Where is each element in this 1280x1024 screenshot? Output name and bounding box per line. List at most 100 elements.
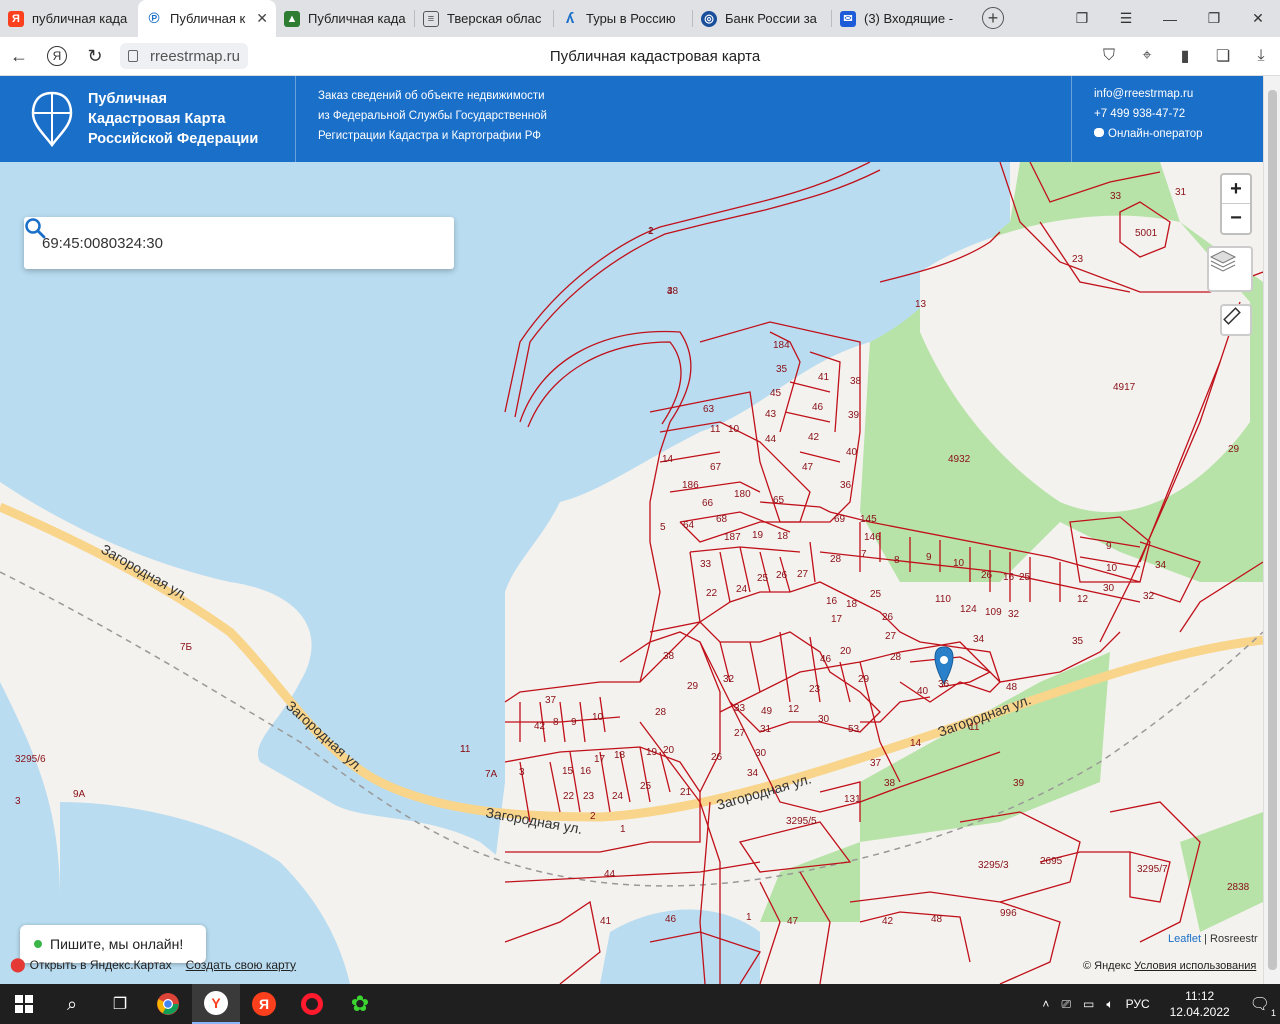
minimize-icon[interactable]: — xyxy=(1148,0,1192,37)
protect-icon[interactable]: ⛉ xyxy=(1090,47,1128,65)
address-bar: ← Я ↻ rreestrmap.ru Публичная кадастрова… xyxy=(0,37,1280,76)
parcel-number: 14 xyxy=(662,454,674,465)
yandex-browser-icon[interactable]: Y xyxy=(192,984,240,1024)
search-taskbar-icon[interactable]: ⌕ xyxy=(48,984,96,1024)
tab-7[interactable]: ✉ (3) Входящие - xyxy=(832,0,970,37)
parcel-number: 38 xyxy=(884,778,896,789)
network-icon[interactable]: ▭ xyxy=(1083,997,1094,1011)
parcel-number: 25 xyxy=(640,781,652,792)
zoom-in-button[interactable]: + xyxy=(1222,175,1250,204)
zoom-out-button[interactable]: − xyxy=(1222,204,1250,233)
notifications-icon[interactable]: 🗨︎ 1 xyxy=(1250,994,1276,1018)
parcel-number: 996 xyxy=(1000,908,1017,919)
collections-icon[interactable]: ❏ xyxy=(1204,46,1242,66)
windows-logo-icon xyxy=(15,995,33,1013)
operator-label: Онлайн-оператор xyxy=(1108,128,1203,140)
lock-icon xyxy=(128,50,138,62)
page-scrollbar[interactable] xyxy=(1263,76,1280,984)
parcel-number: 109 xyxy=(985,607,1002,618)
parcel-number: 180 xyxy=(734,489,751,500)
parcel-number: 27 xyxy=(734,728,746,739)
parcel-number: 1 xyxy=(746,912,752,923)
parcel-number: 16 xyxy=(1003,572,1015,583)
task-view-icon[interactable]: ❐ xyxy=(96,984,144,1024)
parcel-number: 12 xyxy=(1077,594,1089,605)
yandex-home-icon[interactable]: Я xyxy=(38,37,76,75)
tab-3[interactable]: ▲ Публичная када xyxy=(276,0,414,37)
parcel-number: 9 xyxy=(571,717,577,728)
phone-link[interactable]: +7 499 938-47-72 xyxy=(1094,104,1203,124)
meet-icon[interactable]: ⎚ xyxy=(1061,997,1071,1012)
parcel-number: 8 xyxy=(553,717,559,728)
tab-1[interactable]: Я публичная када xyxy=(0,0,138,37)
language-indicator[interactable]: РУС xyxy=(1126,997,1150,1011)
map-canvas[interactable]: Загородная ул. Загородная ул. Загородная… xyxy=(0,162,1263,984)
tab-label: (3) Входящие - xyxy=(864,11,954,26)
new-tab-button[interactable]: + xyxy=(982,7,1004,29)
chrome-logo xyxy=(157,993,179,1015)
tray-expand-icon[interactable]: ˄ xyxy=(1042,997,1049,1011)
close-window-icon[interactable]: ✕ xyxy=(1236,0,1280,37)
close-tab-icon[interactable]: ✕ xyxy=(256,10,268,27)
parcel-number: 45 xyxy=(770,388,782,399)
parcel-number: 39 xyxy=(1013,778,1025,789)
parcel-number: 16 xyxy=(580,766,592,777)
logo-shield-icon xyxy=(31,91,73,148)
parcel-number: 39 xyxy=(848,410,860,421)
start-button[interactable] xyxy=(0,984,48,1024)
tab-5[interactable]: ʎ Туры в Россию xyxy=(554,0,692,37)
parcel-number: 23 xyxy=(583,791,595,802)
icq-logo: ✿ xyxy=(350,991,370,1016)
yandex-maps-pin-icon: ⬤ xyxy=(10,956,26,972)
parcel-number: 43 xyxy=(765,409,777,420)
icq-icon[interactable]: ✿ xyxy=(336,984,384,1024)
volume-icon[interactable]: 🔈︎ xyxy=(1106,997,1113,1012)
tab-6[interactable]: ◎ Банк России за xyxy=(693,0,831,37)
chrome-icon[interactable] xyxy=(144,984,192,1024)
bookmark-icon[interactable]: ▮ xyxy=(1166,46,1204,66)
location-icon[interactable]: ⌖ xyxy=(1128,47,1166,65)
create-map-link[interactable]: Создать свою карту xyxy=(186,958,296,972)
parcel-number: 67 xyxy=(710,462,722,473)
site-logo[interactable]: Публичная Кадастровая Карта Российской Ф… xyxy=(0,76,296,162)
terms-link[interactable]: Условия использования xyxy=(1134,960,1256,972)
ruler-button[interactable] xyxy=(1220,304,1252,336)
leaflet-link[interactable]: Leaflet xyxy=(1168,933,1201,945)
email-link[interactable]: info@rreestrmap.ru xyxy=(1094,84,1203,104)
tab-2-active[interactable]: ℗ Публичная к ✕ xyxy=(138,0,276,37)
cadastral-search-box xyxy=(24,217,454,269)
clock[interactable]: 11:12 12.04.2022 xyxy=(1164,988,1236,1020)
online-operator-link[interactable]: Онлайн-оператор xyxy=(1094,124,1203,144)
parcel-number: 3295/5 xyxy=(786,816,817,827)
site-header: Публичная Кадастровая Карта Российской Ф… xyxy=(0,76,1263,162)
restore-icon[interactable]: ❐ xyxy=(1192,0,1236,37)
scrollbar-thumb[interactable] xyxy=(1268,90,1277,970)
reload-icon[interactable]: ↻ xyxy=(76,37,114,75)
open-yandex-maps-link[interactable]: Открыть в Яндекс.Картах xyxy=(30,958,172,972)
menu-icon[interactable]: ☰ xyxy=(1104,0,1148,37)
cadastral-search-input[interactable] xyxy=(40,233,438,253)
opera-icon[interactable] xyxy=(288,984,336,1024)
parcel-number: 22 xyxy=(563,791,575,802)
parcel-number: 32 xyxy=(723,674,735,685)
url-text: rreestrmap.ru xyxy=(150,47,241,65)
yandex-icon[interactable]: Я xyxy=(240,984,288,1024)
tab-4[interactable]: ≡ Тверская облас xyxy=(415,0,553,37)
map-icon: ▲ xyxy=(284,10,300,27)
cadastral-map[interactable]: Загородная ул. Загородная ул. Загородная… xyxy=(0,162,1263,984)
order-info-link[interactable]: Заказ сведений об объекте недвижимости и… xyxy=(296,76,1072,162)
tab-collection-icon[interactable]: ❐ xyxy=(1060,0,1104,37)
parcel-number: 32 xyxy=(1008,609,1020,620)
parcel-number: 38 xyxy=(850,376,862,387)
parcel-number: 10 xyxy=(592,712,604,723)
url-field[interactable]: rreestrmap.ru xyxy=(120,43,249,69)
yandex-browser-logo: Y xyxy=(204,991,228,1015)
download-icon[interactable]: ⤓ xyxy=(1242,47,1280,65)
layers-button[interactable] xyxy=(1207,246,1253,292)
parcel-number: 17 xyxy=(594,754,606,765)
back-icon[interactable]: ← xyxy=(0,37,38,75)
search-icon[interactable] xyxy=(24,217,46,239)
parcel-number: 15 xyxy=(562,766,574,777)
parcel-number: 4932 xyxy=(948,454,971,465)
parcel-number: 23 xyxy=(1072,254,1084,265)
